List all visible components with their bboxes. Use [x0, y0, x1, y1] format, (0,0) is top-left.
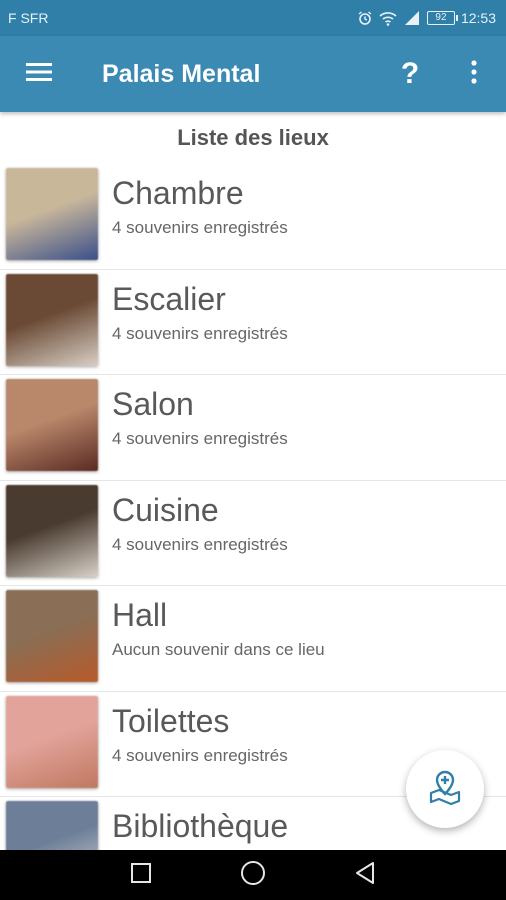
back-icon — [354, 861, 376, 890]
more-options-button[interactable] — [442, 36, 506, 112]
list-header: Liste des lieux — [177, 125, 329, 150]
place-item[interactable]: Cuisine 4 souvenirs enregistrés — [0, 481, 506, 586]
place-subtitle: 4 souvenirs enregistrés — [112, 534, 288, 554]
place-item[interactable]: Salon 4 souvenirs enregistrés — [0, 375, 506, 481]
place-thumbnail — [6, 695, 98, 788]
place-text: Toilettes 4 souvenirs enregistrés — [98, 696, 288, 766]
help-button[interactable]: ? — [378, 36, 442, 112]
place-text: Cuisine 4 souvenirs enregistrés — [98, 485, 288, 555]
home-icon — [240, 860, 266, 891]
place-name: Cuisine — [112, 491, 219, 528]
place-text: Hall Aucun souvenir dans ce lieu — [98, 590, 325, 660]
back-button[interactable] — [348, 858, 382, 892]
place-subtitle: 4 souvenirs enregistrés — [112, 323, 288, 343]
place-subtitle: 4 souvenirs enregistrés — [112, 745, 288, 765]
status-bar: F SFR 92 12:53 — [0, 0, 506, 36]
clock: 12:53 — [460, 10, 496, 26]
add-location-icon — [425, 767, 465, 812]
place-thumbnail — [6, 379, 98, 471]
place-name: Toilettes — [112, 702, 230, 739]
app-title: Palais Mental — [102, 59, 261, 88]
battery-level: 92 — [435, 12, 447, 23]
place-thumbnail — [6, 801, 98, 850]
recent-apps-button[interactable] — [124, 858, 158, 892]
place-subtitle: 4 souvenirs enregistrés — [112, 218, 288, 237]
place-item[interactable]: Escalier 4 souvenirs enregistrés — [0, 270, 506, 375]
menu-icon — [25, 61, 53, 88]
place-text: Salon 4 souvenirs enregistrés — [98, 379, 288, 449]
place-thumbnail — [6, 484, 98, 577]
app-bar: Palais Mental ? — [0, 36, 506, 112]
battery-icon: 92 — [426, 11, 458, 25]
place-name: Bibliothèque — [112, 808, 289, 844]
home-button[interactable] — [236, 858, 270, 892]
status-indicators: 92 12:53 — [357, 10, 496, 26]
place-text: Escalier 4 souvenirs enregistrés — [98, 274, 288, 344]
more-vert-icon — [470, 59, 478, 90]
wifi-icon — [379, 10, 397, 26]
alarm-icon — [357, 10, 373, 26]
place-name: Chambre — [112, 175, 244, 211]
place-subtitle: Aucun souvenir dans ce lieu — [112, 640, 325, 659]
navigation-bar — [0, 850, 506, 900]
menu-button[interactable] — [0, 36, 78, 112]
place-thumbnail — [6, 168, 98, 260]
place-name: Escalier — [112, 280, 226, 317]
places-list: Chambre 4 souvenirs enregistrés Escalier 4 … — [0, 164, 506, 850]
place-text: Chambre 4 souvenirs enregistrés — [98, 168, 288, 238]
carrier-label: F SFR — [8, 10, 49, 26]
place-item[interactable]: Chambre 4 souvenirs enregistrés — [0, 164, 506, 270]
signal-icon — [403, 10, 421, 26]
place-subtitle: 4 souvenirs enregistrés — [112, 429, 288, 448]
place-thumbnail — [6, 590, 98, 682]
place-thumbnail — [6, 273, 98, 366]
recent-apps-icon — [130, 862, 152, 889]
add-place-button[interactable] — [406, 750, 484, 828]
place-name: Salon — [112, 386, 194, 422]
place-item[interactable]: Hall Aucun souvenir dans ce lieu — [0, 586, 506, 692]
place-text: Bibliothèque — [98, 801, 288, 850]
place-name: Hall — [112, 597, 168, 633]
